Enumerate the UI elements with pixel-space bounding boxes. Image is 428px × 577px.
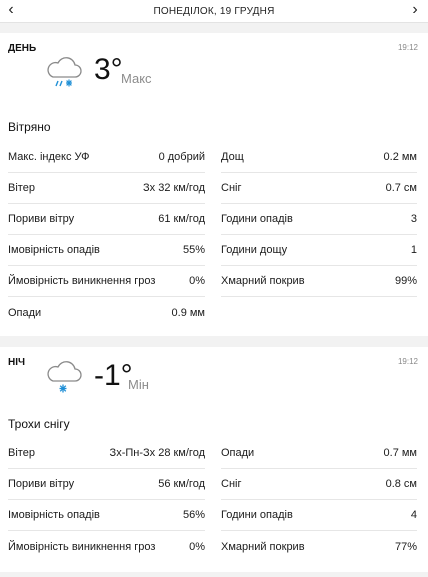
night-details-left: Вітер Зх-Пн-Зх 28 км/год Пориви вітру 56… [8,438,205,562]
detail-row-wind: Вітер Зх-Пн-Зх 28 км/год [8,438,205,469]
detail-value: 0% [189,540,205,553]
detail-value: 1 [410,244,417,256]
detail-row-snow: Сніг 0.7 см [221,173,417,204]
cloud-snow-icon [47,361,82,393]
detail-label: Години дощу [221,244,288,256]
detail-value: 0 добрий [158,151,205,163]
detail-row-precipitation: Опади 0.9 мм [8,297,205,328]
min-temperature: -1° [94,359,133,392]
detail-row-thunderstorm-probability: Ймовірність виникнення гроз 0% [8,531,205,562]
detail-value: 3 [410,213,417,225]
previous-day-chevron-icon[interactable]: ‹ [2,2,20,20]
detail-label: Дощ [221,151,244,163]
detail-label: Хмарний покрив [221,275,305,287]
update-time: 19:12 [397,43,418,52]
detail-row-gusts: Пориви вітру 61 км/год [8,204,205,235]
detail-label: Пориви вітру [8,213,75,225]
detail-label: Ймовірність виникнення гроз [8,275,156,287]
detail-label: Години опадів [221,213,293,225]
date-navigation-bar: ‹ ПОНЕДІЛОК, 19 ГРУДНЯ › [0,0,428,23]
detail-label: Макс. індекс УФ [8,151,90,163]
detail-label: Сніг [221,478,242,490]
min-temperature-label: Мін [128,377,149,392]
night-details-right: Опади 0.7 мм Сніг 0.8 см Години опадів 4… [221,438,417,562]
detail-row-precip-hours: Години опадів 4 [221,500,417,531]
detail-row-precip-hours: Години опадів 3 [221,204,417,235]
detail-row-rain-hours: Години дощу 1 [221,235,417,266]
detail-label: Імовірність опадів [8,244,100,256]
detail-label: Хмарний покрив [221,540,305,553]
update-time: 19:12 [397,357,418,366]
night-condition: Трохи снігу [8,417,70,431]
detail-value: 77% [394,540,417,553]
detail-value: 0.7 мм [383,447,417,459]
detail-value: 61 км/год [158,213,205,225]
detail-value: 99% [394,275,417,287]
detail-label: Години опадів [221,509,293,521]
night-forecast-card: НІЧ 19:12 -1° Мін Трохи снігу Вітер Зх-П… [0,347,428,572]
detail-value: 0.7 см [385,182,417,194]
detail-value: 4 [410,509,417,521]
detail-row-wind: Вітер Зх 32 км/год [8,173,205,204]
detail-label: Опади [221,447,255,459]
detail-label: Вітер [8,447,35,459]
cloud-rain-snow-icon [47,57,82,87]
detail-label: Ймовірність виникнення гроз [8,540,156,553]
next-day-chevron-icon[interactable]: › [406,2,424,20]
period-title: НІЧ [8,357,26,368]
detail-label: Імовірність опадів [8,509,100,521]
period-title: ДЕНЬ [8,43,37,54]
max-temperature-label: Макс [121,71,152,86]
detail-value: 55% [182,244,205,256]
detail-value: 0.8 см [385,478,417,490]
detail-row-precip-probability: Імовірність опадів 56% [8,500,205,531]
detail-row-cloud-cover: Хмарний покрив 77% [221,531,417,562]
detail-row-rain: Дощ 0.2 мм [221,142,417,173]
detail-label: Вітер [8,182,35,194]
day-details-right: Дощ 0.2 мм Сніг 0.7 см Години опадів 3 Г… [221,142,417,297]
detail-row-thunderstorm-probability: Ймовірність виникнення гроз 0% [8,266,205,297]
detail-row-precipitation: Опади 0.7 мм [221,438,417,469]
day-condition: Вітряно [8,120,51,134]
max-temperature: 3° [94,53,123,86]
detail-value: Зх 32 км/год [143,182,205,194]
detail-value: 0.9 мм [171,306,205,319]
detail-row-uv: Макс. індекс УФ 0 добрий [8,142,205,173]
detail-label: Сніг [221,182,242,194]
detail-value: 56 км/год [158,478,205,490]
detail-row-precip-probability: Імовірність опадів 55% [8,235,205,266]
current-date-label: ПОНЕДІЛОК, 19 ГРУДНЯ [153,5,275,17]
detail-value: 0.2 мм [383,151,417,163]
detail-row-gusts: Пориви вітру 56 км/год [8,469,205,500]
detail-value: 0% [189,275,205,287]
day-details-left: Макс. індекс УФ 0 добрий Вітер Зх 32 км/… [8,142,205,328]
detail-row-cloud-cover: Хмарний покрив 99% [221,266,417,297]
day-forecast-card: ДЕНЬ 19:12 3° Макс Вітряно Макс. індекс … [0,33,428,336]
detail-label: Пориви вітру [8,478,75,490]
detail-value: 56% [182,509,205,521]
detail-row-snow: Сніг 0.8 см [221,469,417,500]
detail-label: Опади [8,306,42,319]
detail-value: Зх-Пн-Зх 28 км/год [109,447,205,459]
